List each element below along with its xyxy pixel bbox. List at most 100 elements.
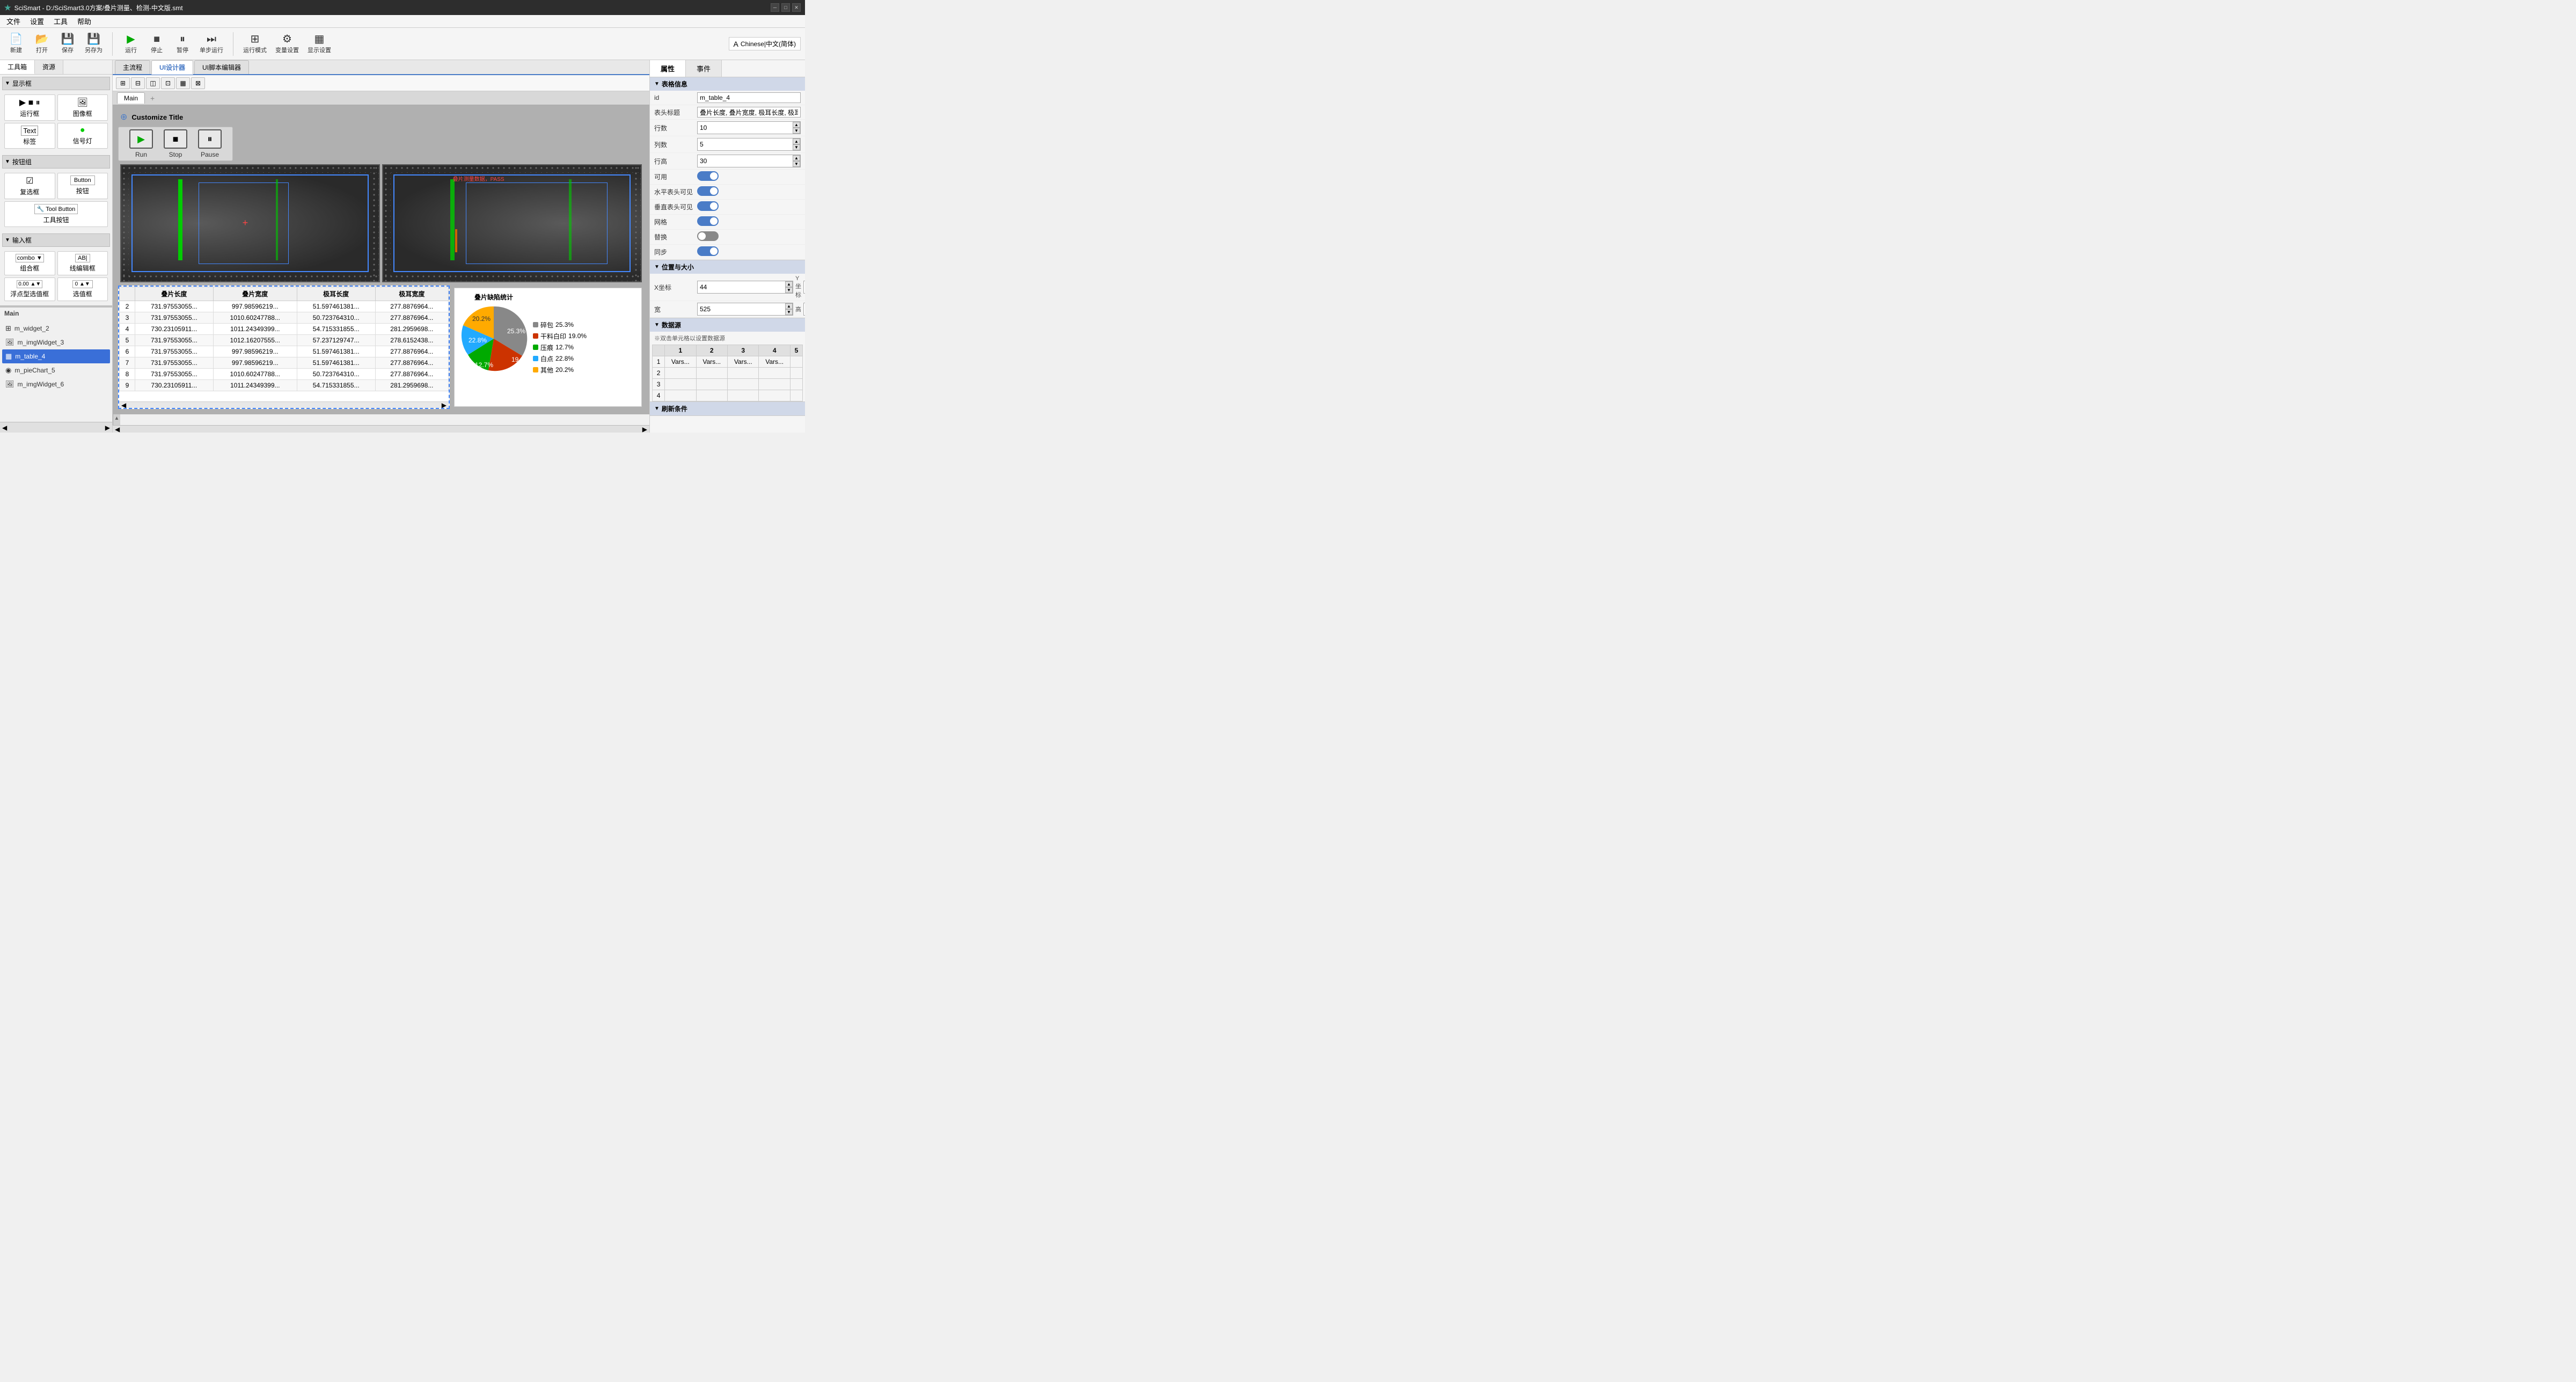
canvas-add-tab[interactable]: +	[147, 92, 158, 104]
menu-tools[interactable]: 工具	[49, 15, 72, 27]
ds-r2-c5[interactable]	[790, 368, 802, 379]
ds-r4-c1[interactable]	[665, 390, 696, 401]
x-spin[interactable]: ▲ ▼	[697, 281, 793, 294]
table-cell-7-2[interactable]: 997.98596219...	[213, 357, 297, 369]
ui-tool-1[interactable]: ⊞	[116, 77, 130, 89]
ds-r3-c1[interactable]	[665, 379, 696, 390]
table-cell-6-1[interactable]: 731.97553055...	[135, 346, 213, 357]
ds-r2-c4[interactable]	[759, 368, 790, 379]
right-tab-events[interactable]: 事件	[686, 60, 722, 77]
table-cell-8-3[interactable]: 50.723764310...	[297, 369, 375, 380]
display-section-header[interactable]: ▼ 显示框	[2, 77, 110, 90]
canvas-run-button[interactable]: ▶ Run	[129, 129, 153, 158]
widget-button[interactable]: Button 按钮	[57, 173, 108, 199]
scroll-up-icon[interactable]: ▲	[114, 415, 120, 421]
y-spin[interactable]: ▲ ▼	[803, 281, 805, 294]
ui-tool-5[interactable]: ▦	[176, 77, 190, 89]
ds-r4-c3[interactable]	[727, 390, 758, 401]
hscroll-left-icon[interactable]: ◀	[115, 426, 120, 433]
canvas-tab-main[interactable]: Main	[117, 92, 145, 104]
ui-tool-4[interactable]: ⊡	[161, 77, 175, 89]
rows-spin-up[interactable]: ▲	[793, 122, 800, 128]
col-header-width[interactable]: 叠片宽度	[213, 287, 297, 301]
run-button[interactable]: ▶ 运行	[119, 32, 143, 56]
h-spin[interactable]: ▲ ▼	[803, 303, 805, 316]
col-header-tab-width[interactable]: 极耳宽度	[375, 287, 448, 301]
widget-tool-button[interactable]: 🔧 Tool Button 工具按钮	[4, 201, 108, 227]
datasource-header[interactable]: ▼ 数据源	[650, 318, 805, 332]
close-button[interactable]: ✕	[792, 3, 801, 12]
ds-r1-c4[interactable]: Vars...	[759, 356, 790, 368]
table-cell-2-3[interactable]: 51.597461381...	[297, 301, 375, 312]
dispset-button[interactable]: ▦ 显示设置	[304, 32, 334, 56]
cols-input[interactable]	[698, 140, 793, 149]
canvas-pause-button[interactable]: ⏸ Pause	[198, 129, 222, 158]
prop-id-input[interactable]	[697, 92, 801, 103]
widget-combo[interactable]: combo ▼ 组合框	[4, 251, 55, 275]
canvas-hscroll[interactable]: ◀ ▶	[113, 425, 649, 433]
ds-r4-c2[interactable]	[696, 390, 727, 401]
rows-input[interactable]	[698, 123, 793, 133]
ds-r3-c2[interactable]	[696, 379, 727, 390]
table-cell-8-1[interactable]: 731.97553055...	[135, 369, 213, 380]
table-cell-5-1[interactable]: 731.97553055...	[135, 335, 213, 346]
col-header-tab-length[interactable]: 极耳长度	[297, 287, 375, 301]
widget-lineedit[interactable]: AB| 线编辑框	[57, 251, 108, 275]
w-spin-up[interactable]: ▲	[785, 303, 793, 309]
table-cell-3-4[interactable]: 277.8876964...	[375, 312, 448, 324]
stop-button[interactable]: ■ 停止	[145, 32, 169, 56]
tab-ui-designer[interactable]: UI设计器	[151, 60, 193, 75]
rowheight-input[interactable]	[698, 156, 793, 166]
table-hscroll[interactable]: ◀ ▶	[119, 401, 449, 408]
widget-checkbox[interactable]: ☑ 复选框	[4, 173, 55, 199]
cols-spin-down[interactable]: ▼	[793, 144, 800, 150]
maximize-button[interactable]: □	[781, 3, 790, 12]
table-cell-7-1[interactable]: 731.97553055...	[135, 357, 213, 369]
table-cell-6-2[interactable]: 997.98596219...	[213, 346, 297, 357]
col-header-length[interactable]: 叠片长度	[135, 287, 213, 301]
layer-m-piechart-5[interactable]: ◉ m_pieChart_5	[2, 363, 110, 377]
x-spin-down[interactable]: ▼	[785, 287, 793, 293]
pause-button[interactable]: ⏸ 暂停	[171, 32, 194, 56]
table-cell-2-1[interactable]: 731.97553055...	[135, 301, 213, 312]
table-cell-9-4[interactable]: 281.2959698...	[375, 380, 448, 391]
ds-r3-c3[interactable]	[727, 379, 758, 390]
cols-spin-up[interactable]: ▲	[793, 138, 800, 144]
hscroll-right[interactable]: ▶	[442, 401, 447, 409]
scroll-left-icon[interactable]: ◀	[2, 424, 7, 432]
x-input[interactable]	[698, 282, 785, 292]
ds-r2-c1[interactable]	[665, 368, 696, 379]
table-cell-7-4[interactable]: 277.8876964...	[375, 357, 448, 369]
vheader-toggle[interactable]	[697, 201, 719, 211]
rowheight-spin-down[interactable]: ▼	[793, 161, 800, 167]
h-input[interactable]	[804, 304, 805, 314]
table-cell-3-3[interactable]: 50.723764310...	[297, 312, 375, 324]
rowheight-spin[interactable]: ▲ ▼	[697, 155, 801, 167]
sync-toggle[interactable]	[697, 246, 719, 256]
ui-tool-3[interactable]: ◫	[146, 77, 160, 89]
table-cell-3-1[interactable]: 731.97553055...	[135, 312, 213, 324]
grid-toggle[interactable]	[697, 216, 719, 226]
input-section-header[interactable]: ▼ 输入框	[2, 233, 110, 247]
table-cell-9-1[interactable]: 730.23105911...	[135, 380, 213, 391]
language-selector[interactable]: A Chinese|中文(简体)	[729, 37, 801, 50]
layer-m-imgwidget-6[interactable]: 🖼 m_imgWidget_6	[2, 377, 110, 391]
table-cell-5-2[interactable]: 1012.16207555...	[213, 335, 297, 346]
cols-spin[interactable]: ▲ ▼	[697, 138, 801, 151]
w-spin[interactable]: ▲ ▼	[697, 303, 793, 316]
rows-spin-down[interactable]: ▼	[793, 128, 800, 134]
ds-r3-c4[interactable]	[759, 379, 790, 390]
saveas-button[interactable]: 💾 另存为	[82, 32, 106, 56]
widget-spin[interactable]: 0 ▲▼ 选值框	[57, 277, 108, 301]
canvas-vscroll[interactable]: ▲ ▼	[113, 414, 120, 425]
tab-ui-script[interactable]: UI脚本编辑器	[194, 60, 249, 74]
widget-signal-light[interactable]: ● 信号灯	[57, 123, 108, 149]
menu-file[interactable]: 文件	[2, 15, 25, 27]
widget-run-frame[interactable]: ▶ ■ ⏸ 运行框	[4, 94, 55, 121]
position-header[interactable]: ▼ 位置与大小	[650, 260, 805, 274]
table-cell-6-3[interactable]: 51.597461381...	[297, 346, 375, 357]
ds-r1-c5[interactable]	[790, 356, 802, 368]
button-section-header[interactable]: ▼ 按钮组	[2, 155, 110, 169]
y-input[interactable]	[804, 282, 805, 292]
layer-m-imgwidget-3[interactable]: 🖼 m_imgWidget_3	[2, 335, 110, 349]
